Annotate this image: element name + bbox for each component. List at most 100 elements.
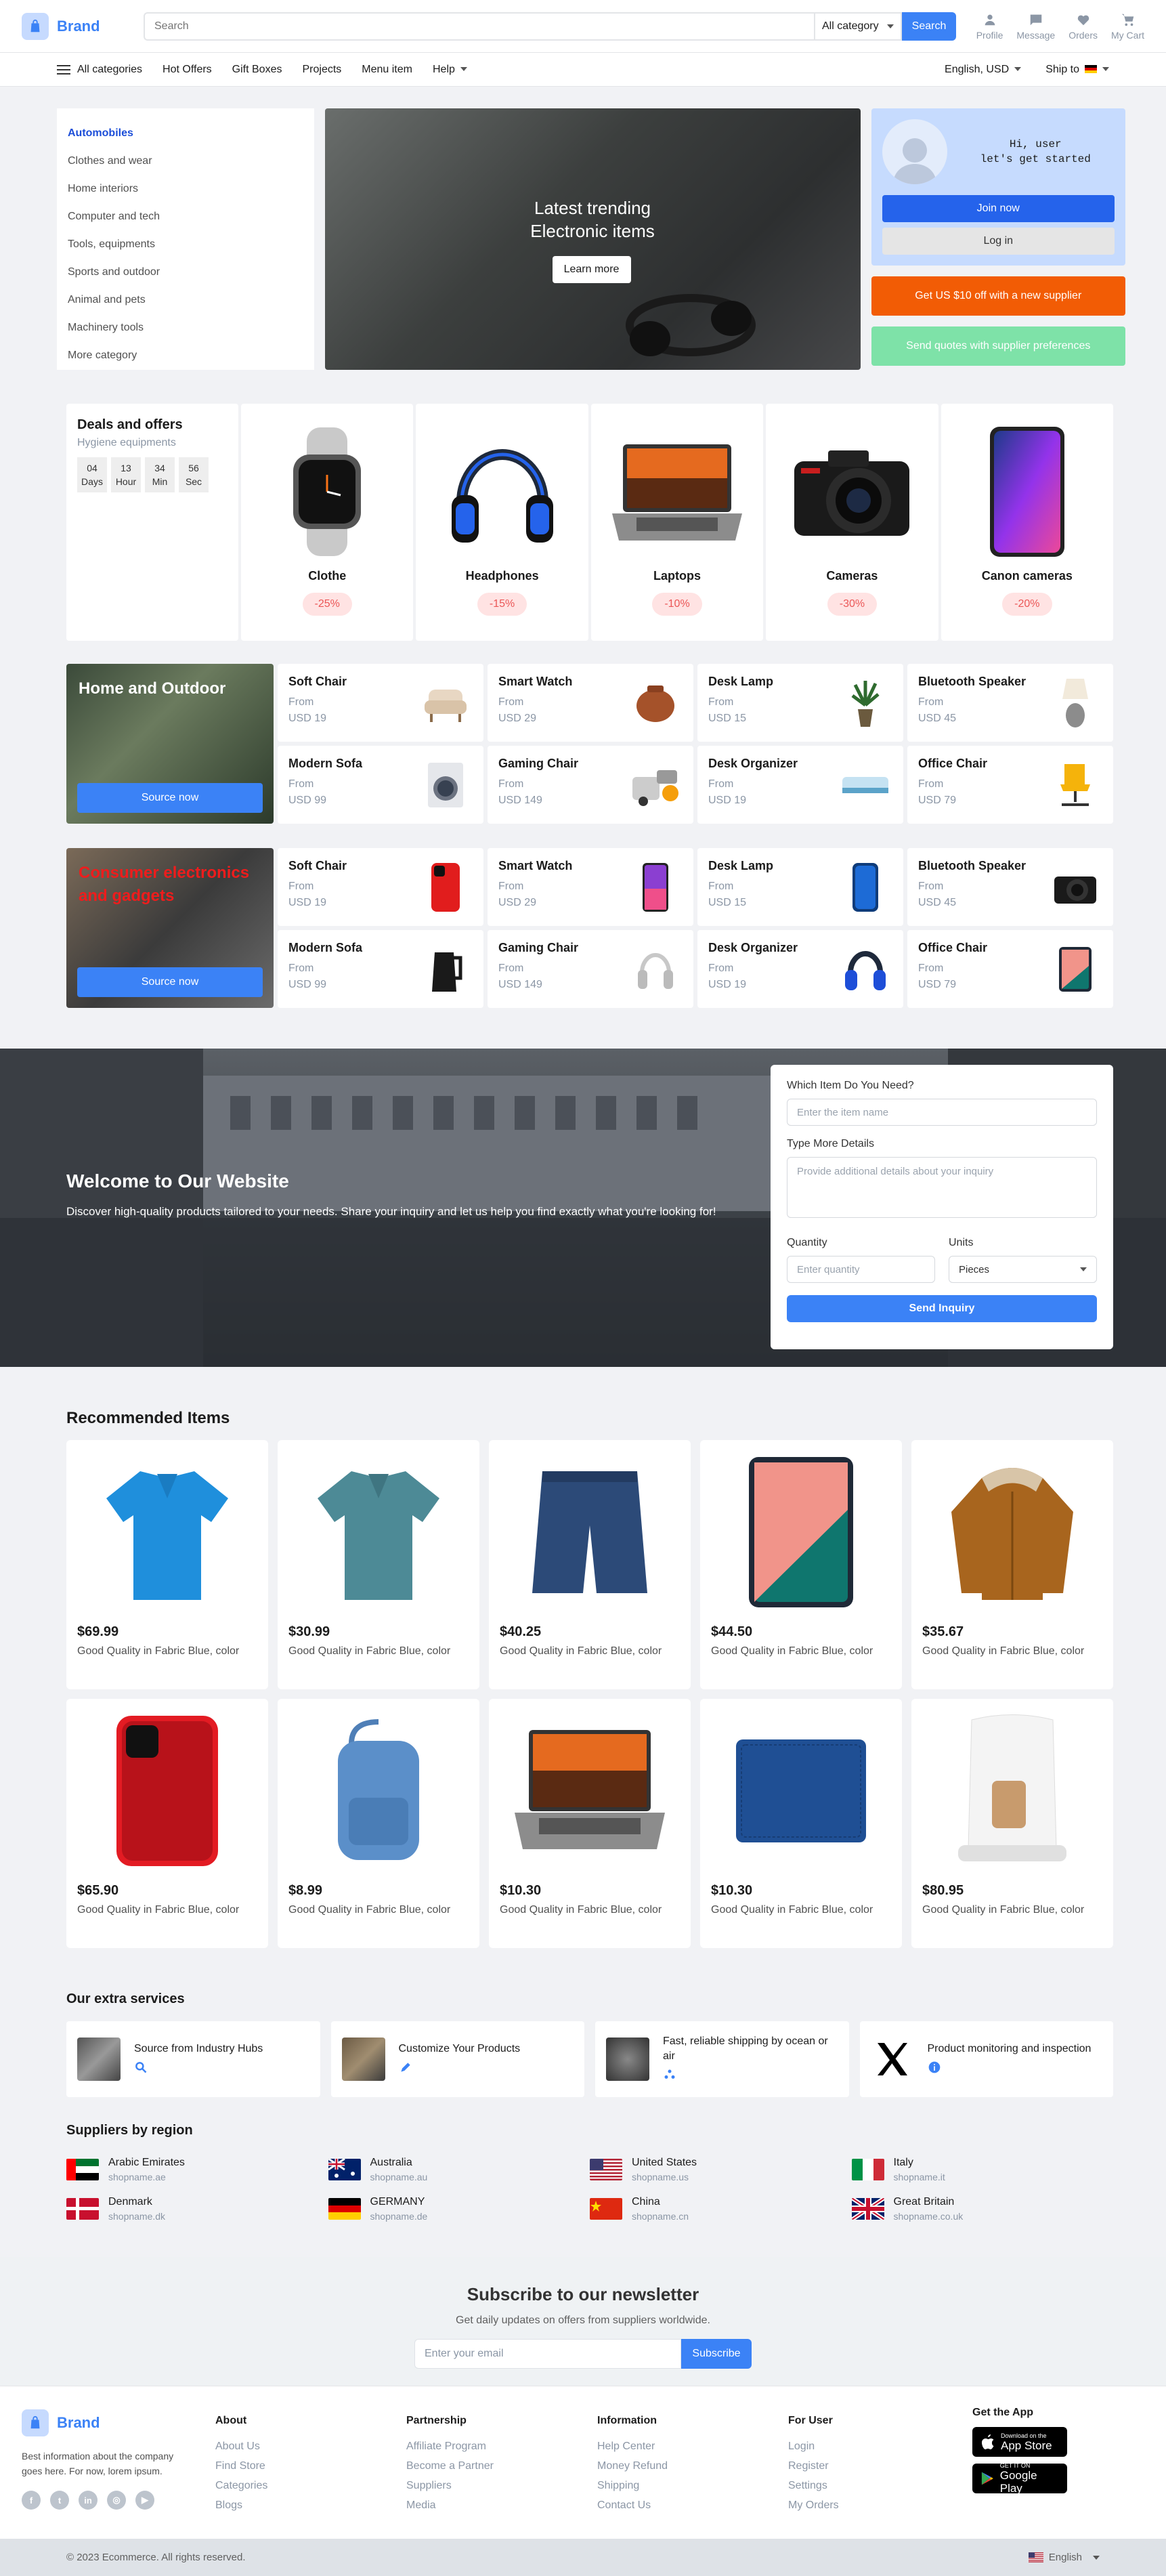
- product-card[interactable]: Bluetooth Speaker From USD 45: [907, 664, 1113, 742]
- product-card[interactable]: Desk Organizer From USD 19: [697, 746, 903, 824]
- language-select[interactable]: English, USD: [945, 64, 1022, 76]
- nav-menu-item[interactable]: Menu item: [362, 64, 412, 76]
- footer-link[interactable]: Register: [788, 2456, 839, 2476]
- twitter-icon[interactable]: t: [50, 2491, 69, 2510]
- category-select[interactable]: All category: [814, 12, 902, 41]
- promo-supplier-discount[interactable]: Get US $10 off with a new supplier: [871, 276, 1126, 316]
- quantity-input[interactable]: Enter quantity: [787, 1256, 935, 1283]
- region-china[interactable]: China shopname.cn: [590, 2196, 852, 2222]
- product-card[interactable]: $80.95 Good Quality in Fabric Blue, color: [911, 1699, 1113, 1948]
- product-card[interactable]: Modern Sofa From USD 99: [278, 930, 483, 1008]
- deal-card-clothe[interactable]: Clothe -25%: [241, 404, 414, 641]
- product-card[interactable]: Soft Chair From USD 19: [278, 664, 483, 742]
- app-store-button[interactable]: Download on the App Store: [972, 2427, 1067, 2457]
- product-card[interactable]: Smart Watch From USD 29: [488, 664, 693, 742]
- footer-link[interactable]: About Us: [215, 2436, 267, 2456]
- service-customize[interactable]: Customize Your Products: [330, 2021, 584, 2097]
- sidebar-item-more[interactable]: More category: [57, 341, 314, 369]
- email-input[interactable]: Enter your email: [414, 2339, 681, 2369]
- region-united-states[interactable]: United States shopname.us: [590, 2157, 852, 2182]
- deal-card-cameras[interactable]: Cameras -30%: [766, 404, 938, 641]
- product-card[interactable]: Bluetooth Speaker From USD 45: [907, 848, 1113, 926]
- product-card[interactable]: Smart Watch From USD 29: [488, 848, 693, 926]
- instagram-icon[interactable]: ◎: [107, 2491, 126, 2510]
- nav-help[interactable]: Help: [433, 64, 467, 76]
- footer-link[interactable]: Find Store: [215, 2456, 267, 2476]
- footer-link[interactable]: Login: [788, 2436, 839, 2456]
- footer-link[interactable]: Shipping: [597, 2476, 668, 2495]
- profile-action[interactable]: Profile: [976, 12, 1003, 41]
- region-great-britain[interactable]: Great Britain shopname.co.uk: [851, 2196, 1114, 2222]
- deal-card-laptops[interactable]: Laptops -10%: [590, 404, 764, 641]
- orders-action[interactable]: Orders: [1068, 12, 1098, 41]
- nav-gift-boxes[interactable]: Gift Boxes: [232, 64, 282, 76]
- footer-link[interactable]: Suppliers: [406, 2476, 494, 2495]
- sidebar-item-computer[interactable]: Computer and tech: [57, 203, 314, 230]
- product-card[interactable]: Gaming Chair From USD 149: [488, 930, 693, 1008]
- product-card[interactable]: $35.67 Good Quality in Fabric Blue, color: [911, 1440, 1113, 1689]
- product-card[interactable]: $44.50 Good Quality in Fabric Blue, color: [700, 1440, 902, 1689]
- join-now-button[interactable]: Join now: [882, 195, 1115, 222]
- product-card[interactable]: Desk Organizer From USD 19: [697, 930, 903, 1008]
- region-denmark[interactable]: Denmark shopname.dk: [66, 2196, 328, 2222]
- region-italy[interactable]: Italy shopname.it: [851, 2157, 1114, 2182]
- sidebar-item-automobiles[interactable]: Automobiles: [57, 119, 314, 147]
- region-uae[interactable]: Arabic Emirates shopname.ae: [66, 2157, 328, 2182]
- subscribe-button[interactable]: Subscribe: [681, 2339, 752, 2369]
- footer-link[interactable]: Help Center: [597, 2436, 668, 2456]
- product-card[interactable]: $65.90 Good Quality in Fabric Blue, color: [66, 1699, 268, 1948]
- all-categories-menu[interactable]: All categories: [57, 64, 142, 76]
- log-in-button[interactable]: Log in: [882, 228, 1115, 255]
- product-card[interactable]: $8.99 Good Quality in Fabric Blue, color: [278, 1699, 479, 1948]
- product-card[interactable]: $40.25 Good Quality in Fabric Blue, color: [489, 1440, 691, 1689]
- footer-link[interactable]: Settings: [788, 2476, 839, 2495]
- footer-link[interactable]: Categories: [215, 2476, 267, 2495]
- service-industry-hubs[interactable]: Source from Industry Hubs: [66, 2021, 320, 2097]
- sidebar-item-clothes[interactable]: Clothes and wear: [57, 147, 314, 175]
- product-card[interactable]: Office Chair From USD 79: [907, 930, 1113, 1008]
- footer-link[interactable]: Money Refund: [597, 2456, 668, 2476]
- linkedin-icon[interactable]: in: [79, 2491, 98, 2510]
- product-card[interactable]: $10.30 Good Quality in Fabric Blue, color: [700, 1699, 902, 1948]
- region-australia[interactable]: Australia shopname.au: [328, 2157, 590, 2182]
- footer-link[interactable]: Contact Us: [597, 2495, 668, 2515]
- promo-send-quotes[interactable]: Send quotes with supplier preferences: [871, 326, 1126, 366]
- footer-language-select[interactable]: English: [1028, 2552, 1100, 2563]
- item-name-input[interactable]: Enter the item name: [787, 1099, 1097, 1126]
- youtube-icon[interactable]: ▶: [135, 2491, 154, 2510]
- search-button[interactable]: Search: [902, 12, 956, 41]
- brand-logo[interactable]: Brand: [22, 12, 144, 40]
- footer-logo[interactable]: Brand: [22, 2409, 144, 2436]
- product-card[interactable]: Soft Chair From USD 19: [278, 848, 483, 926]
- service-monitoring[interactable]: Product monitoring and inspection: [859, 2021, 1113, 2097]
- product-card[interactable]: Desk Lamp From USD 15: [697, 664, 903, 742]
- product-card[interactable]: Modern Sofa From USD 99: [278, 746, 483, 824]
- details-textarea[interactable]: Provide additional details about your in…: [787, 1157, 1097, 1218]
- product-card[interactable]: Gaming Chair From USD 149: [488, 746, 693, 824]
- ship-to-select[interactable]: Ship to: [1045, 64, 1109, 76]
- send-inquiry-button[interactable]: Send Inquiry: [787, 1295, 1097, 1322]
- sidebar-item-home-interiors[interactable]: Home interiors: [57, 175, 314, 203]
- region-germany[interactable]: GERMANY shopname.de: [328, 2196, 590, 2222]
- search-input[interactable]: [144, 12, 814, 41]
- service-shipping[interactable]: Fast, reliable shipping by ocean or air: [595, 2021, 849, 2097]
- source-now-button[interactable]: Source now: [77, 967, 263, 997]
- deal-card-canon-cameras[interactable]: Canon cameras -20%: [941, 404, 1114, 641]
- footer-link[interactable]: Media: [406, 2495, 494, 2515]
- sidebar-item-machinery[interactable]: Machinery tools: [57, 314, 314, 341]
- learn-more-button[interactable]: Learn more: [552, 256, 631, 283]
- google-play-button[interactable]: GET IT ON Google Play: [972, 2462, 1067, 2495]
- facebook-icon[interactable]: f: [22, 2491, 41, 2510]
- source-now-button[interactable]: Source now: [77, 783, 263, 813]
- sidebar-item-tools[interactable]: Tools, equipments: [57, 230, 314, 258]
- footer-link[interactable]: My Orders: [788, 2495, 839, 2515]
- product-card[interactable]: $69.99 Good Quality in Fabric Blue, color: [66, 1440, 268, 1689]
- product-card[interactable]: $30.99 Good Quality in Fabric Blue, color: [278, 1440, 479, 1689]
- deal-card-headphones[interactable]: Headphones -15%: [416, 404, 588, 641]
- footer-link[interactable]: Affiliate Program: [406, 2436, 494, 2456]
- product-card[interactable]: Desk Lamp From USD 15: [697, 848, 903, 926]
- nav-projects[interactable]: Projects: [302, 64, 341, 76]
- sidebar-item-animal[interactable]: Animal and pets: [57, 286, 314, 314]
- product-card[interactable]: $10.30 Good Quality in Fabric Blue, color: [489, 1699, 691, 1948]
- sidebar-item-sports[interactable]: Sports and outdoor: [57, 258, 314, 286]
